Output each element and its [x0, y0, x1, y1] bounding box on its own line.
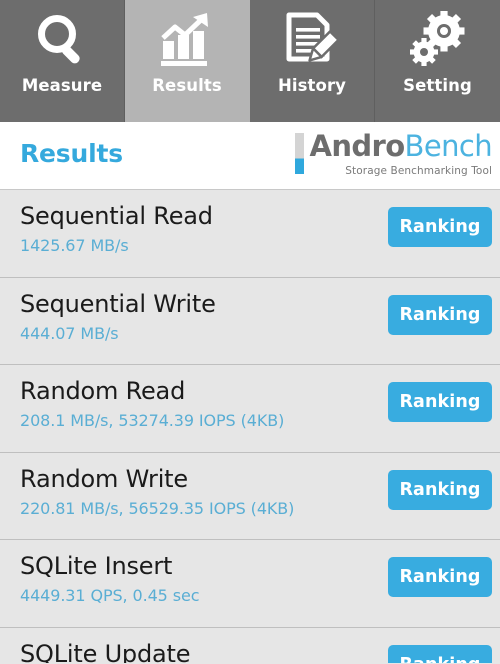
row-text-block: Random Read 208.1 MB/s, 53274.39 IOPS (4K… [20, 377, 285, 431]
benchmark-value: 208.1 MB/s, 53274.39 IOPS (4KB) [20, 411, 285, 431]
table-row[interactable]: Sequential Read 1425.67 MB/s Ranking [0, 190, 500, 278]
tab-results[interactable]: Results [125, 0, 250, 122]
results-list[interactable]: Sequential Read 1425.67 MB/s Ranking Sequen… [0, 190, 500, 663]
logo-bar-icon [295, 133, 305, 174]
ranking-button[interactable]: Ranking [388, 469, 492, 510]
row-text-block: Random Write 220.81 MB/s, 56529.35 IOPS (… [20, 464, 295, 518]
ranking-button[interactable]: Ranking [388, 382, 492, 423]
benchmark-value: 444.07 MB/s [20, 323, 119, 343]
table-row[interactable]: SQLite Update Ranking [0, 627, 500, 663]
tab-label-setting: Setting [403, 76, 472, 95]
tab-label-history: History [277, 76, 347, 95]
tab-setting[interactable]: Setting [375, 0, 500, 122]
row-text-block: SQLite Update [20, 639, 191, 663]
benchmark-name: SQLite Insert [20, 552, 173, 581]
logo-primary: Andro [309, 129, 405, 163]
benchmark-name: Sequential Read [20, 202, 213, 230]
gears-icon [409, 4, 467, 76]
benchmark-name: Sequential Write [20, 289, 216, 318]
magnifier-icon [33, 4, 91, 76]
table-row[interactable]: Sequential Write 444.07 MB/s Ranking [0, 277, 500, 366]
andro-bench-logo: AndroBench Storage Benchmarking Tool [295, 132, 493, 177]
tab-history[interactable]: History [250, 0, 375, 122]
tab-label-results: Results [152, 76, 222, 95]
row-text-block: Sequential Read 1425.67 MB/s [20, 202, 213, 255]
benchmark-value: 1425.67 MB/s [20, 235, 129, 255]
table-row[interactable]: Random Write 220.81 MB/s, 56529.35 IOPS (… [0, 452, 500, 541]
bar-chart-trend-icon [158, 4, 216, 76]
page-header: Results AndroBench Storage Benchmarking … [0, 122, 500, 190]
ranking-button[interactable]: Ranking [388, 207, 492, 247]
page-title: Results [20, 139, 123, 168]
row-text-block: Sequential Write 444.07 MB/s [20, 289, 216, 343]
benchmark-value: 220.81 MB/s, 56529.35 IOPS (4KB) [20, 498, 295, 518]
tab-label-measure: Measure [21, 76, 103, 95]
row-text-block: SQLite Insert 4449.31 QPS, 0.45 sec [20, 552, 200, 606]
benchmark-name: Random Write [20, 464, 188, 493]
document-pencil-icon [283, 4, 341, 76]
logo-wordmark: AndroBench [309, 132, 492, 161]
benchmark-value: 4449.31 QPS, 0.45 sec [20, 586, 200, 606]
logo-secondary: Bench [404, 129, 493, 163]
tab-bar: Measure Results History Setting [0, 0, 500, 122]
benchmark-name: Random Read [20, 377, 186, 406]
ranking-button[interactable]: Ranking [388, 644, 492, 663]
ranking-button[interactable]: Ranking [388, 294, 492, 335]
logo-tagline: Storage Benchmarking Tool [345, 165, 492, 177]
tab-measure[interactable]: Measure [0, 0, 125, 122]
ranking-button[interactable]: Ranking [388, 557, 492, 598]
table-row[interactable]: Random Read 208.1 MB/s, 53274.39 IOPS (4K… [0, 365, 500, 453]
benchmark-name: SQLite Update [20, 639, 191, 663]
table-row[interactable]: SQLite Insert 4449.31 QPS, 0.45 sec Rankin… [0, 540, 500, 628]
